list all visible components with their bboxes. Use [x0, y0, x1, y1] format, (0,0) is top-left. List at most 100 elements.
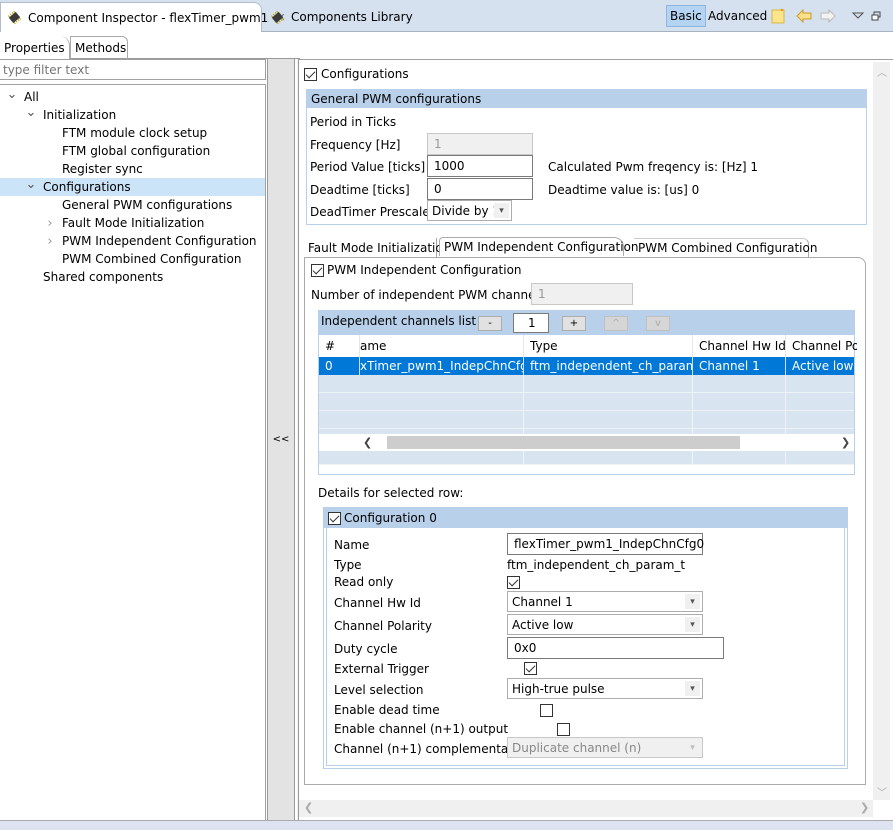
- chevron-right-icon[interactable]: ›: [44, 216, 56, 231]
- scroll-right-icon[interactable]: ❯: [860, 801, 869, 814]
- chevron-down-icon[interactable]: ⌄: [25, 105, 37, 120]
- scroll-down-icon[interactable]: ﹀: [877, 784, 887, 799]
- name-field[interactable]: flexTimer_pwm1_IndepChnCfg0: [507, 533, 704, 555]
- general-pwm-group: General PWM configurations Period in Tic…: [306, 89, 867, 225]
- polarity-label: Channel Polarity: [334, 619, 432, 633]
- grid-line: [523, 411, 524, 429]
- hw-id-select[interactable]: Channel 1 ▾: [507, 591, 703, 612]
- status-strip: [0, 820, 893, 830]
- frequency-field[interactable]: 1: [427, 133, 533, 155]
- move-up-button[interactable]: ^: [604, 316, 628, 331]
- tree-item[interactable]: PWM Combined Configuration: [0, 250, 265, 268]
- read-only-checkbox[interactable]: [507, 576, 520, 589]
- pwm-independent-checkbox[interactable]: [311, 263, 324, 277]
- tree-item[interactable]: ⌄ Configurations: [0, 177, 265, 196]
- configuration-0-title: Configuration 0: [344, 511, 437, 525]
- chevron-down-icon: ▾: [685, 681, 700, 696]
- details-label: Details for selected row:: [318, 486, 464, 500]
- tree-item-label: PWM Combined Configuration: [62, 252, 242, 266]
- column-header[interactable]: ame: [359, 335, 523, 357]
- column-header[interactable]: #: [319, 335, 359, 357]
- collapse-panel-button[interactable]: <<: [267, 59, 295, 820]
- external-trigger-checkbox[interactable]: [523, 662, 537, 675]
- enable-n1-output-checkbox[interactable]: [556, 723, 570, 736]
- tree-item-label: Register sync: [62, 162, 143, 176]
- column-header[interactable]: Channel Hw Id: [692, 335, 785, 357]
- empty-table-row: [319, 393, 854, 411]
- n1-complementary-select[interactable]: Duplicate channel (n) ▾: [507, 737, 703, 758]
- prescaler-select[interactable]: Divide by 1 ▾: [427, 200, 512, 221]
- deadtime-field[interactable]: 0: [427, 178, 533, 200]
- channels-list-group: Independent channels list - 1 + ^ v # ame…: [318, 310, 857, 475]
- remove-channel-button[interactable]: -: [478, 316, 502, 331]
- back-arrow-icon[interactable]: [794, 6, 814, 26]
- scroll-right-icon[interactable]: ❯: [841, 436, 850, 449]
- tree-item[interactable]: FTM module clock setup: [0, 124, 265, 142]
- tree-item[interactable]: FTM global configuration: [0, 142, 265, 160]
- hw-id-label: Channel Hw Id: [334, 596, 421, 610]
- basic-mode-button[interactable]: Basic: [666, 5, 706, 27]
- tab-pwm-combined[interactable]: PWM Combined Configuration: [634, 238, 817, 257]
- new-note-icon[interactable]: [768, 6, 788, 26]
- tree-item[interactable]: General PWM configurations: [0, 196, 265, 214]
- column-header[interactable]: Type: [523, 335, 692, 357]
- polarity-select[interactable]: Active low ▾: [507, 614, 703, 635]
- tab-fault-mode[interactable]: Fault Mode Initialization: [304, 238, 450, 257]
- filter-input[interactable]: [0, 59, 266, 80]
- scrollbar-thumb[interactable]: [387, 436, 740, 449]
- num-channels-value: 1: [538, 287, 546, 301]
- horizontal-scrollbar[interactable]: ❮ ❯: [299, 800, 873, 817]
- level-selection-label: Level selection: [334, 683, 424, 697]
- tab-component-inspector[interactable]: Component Inspector - flexTimer_pwm1 ✕: [0, 2, 286, 32]
- view-menu-icon[interactable]: [848, 6, 868, 26]
- channel-count-field[interactable]: 1: [513, 313, 549, 333]
- deadtime-value: 0: [434, 182, 442, 196]
- restore-icon[interactable]: [866, 6, 886, 26]
- chevron-down-icon[interactable]: ⌄: [25, 177, 37, 192]
- config-tab-strip: Fault Mode Initialization PWM Independen…: [304, 237, 866, 258]
- forward-arrow-icon[interactable]: [818, 6, 838, 26]
- advanced-mode-button[interactable]: Advanced: [705, 5, 770, 27]
- deadtime-label: Deadtime [ticks]: [310, 183, 410, 197]
- tree-item[interactable]: › PWM Independent Configuration: [0, 232, 265, 250]
- level-selection-select[interactable]: High-true pulse ▾: [507, 678, 703, 699]
- move-down-button[interactable]: v: [646, 316, 670, 331]
- tree-item[interactable]: ⌄ Initialization: [0, 105, 265, 124]
- configuration-0-checkbox[interactable]: [328, 511, 341, 525]
- period-in-ticks-label: Period in Ticks: [310, 115, 397, 129]
- tree-item[interactable]: › Fault Mode Initialization: [0, 214, 265, 232]
- tree-item[interactable]: ⌄ All: [0, 87, 265, 106]
- channel-count-value: 1: [528, 316, 536, 330]
- table-hscrollbar[interactable]: ❮ ❯: [319, 434, 854, 451]
- scroll-left-icon[interactable]: ❮: [304, 801, 313, 814]
- chevron-down-icon[interactable]: ⌄: [6, 87, 18, 102]
- tab-label: Components Library: [291, 10, 413, 24]
- tree-item[interactable]: Register sync: [0, 160, 265, 178]
- tab-properties[interactable]: Properties: [0, 36, 70, 59]
- vertical-scrollbar[interactable]: ︿ ﹀: [873, 62, 890, 800]
- duty-cycle-value: 0x0: [514, 641, 537, 655]
- add-channel-button[interactable]: +: [562, 316, 586, 331]
- column-header[interactable]: Channel Pol: [785, 335, 857, 357]
- tab-components-library[interactable]: Components Library: [264, 2, 464, 32]
- scroll-up-icon[interactable]: ︿: [877, 64, 887, 79]
- chevron-down-icon: ▾: [685, 594, 700, 609]
- tab-pwm-independent[interactable]: PWM Independent Configuration: [439, 237, 639, 256]
- table-cell: Active low: [785, 357, 857, 375]
- pwm-independent-toggle[interactable]: PWM Independent Configuration: [311, 263, 522, 277]
- configurations-label: Configurations: [321, 67, 409, 81]
- configurations-checkbox[interactable]: [304, 67, 317, 81]
- scroll-left-icon[interactable]: ❮: [363, 436, 372, 449]
- num-channels-field[interactable]: 1: [531, 283, 633, 305]
- configurations-toggle[interactable]: Configurations: [304, 67, 409, 81]
- duty-cycle-field[interactable]: 0x0: [507, 637, 724, 659]
- n1-complementary-label: Channel (n+1) complementary: [334, 742, 521, 756]
- n1-complementary-value: Duplicate channel (n): [512, 740, 642, 755]
- tab-methods[interactable]: Methods: [70, 36, 128, 59]
- enable-dead-time-checkbox[interactable]: [540, 704, 554, 717]
- chevron-right-icon[interactable]: ›: [44, 234, 56, 249]
- tree-item[interactable]: Shared components: [0, 268, 265, 286]
- table-cell: 0: [325, 359, 333, 373]
- period-value-field[interactable]: 1000: [427, 155, 533, 177]
- property-tree: ⌄ All ⌄ Initialization FTM module clock setu…: [0, 84, 266, 820]
